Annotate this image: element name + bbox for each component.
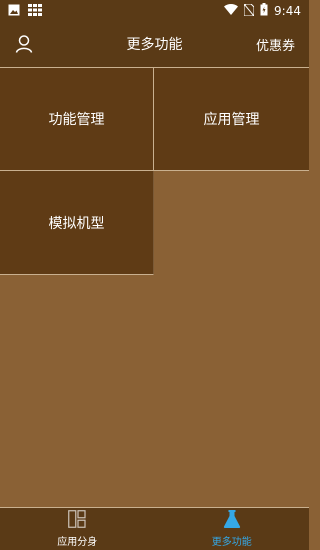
apps-icon — [68, 510, 86, 531]
device-model-tile[interactable]: 模拟机型 — [0, 171, 154, 275]
tile-label: 功能管理 — [48, 112, 105, 128]
tab-label: 更多功能 — [211, 537, 252, 548]
app-management-tile[interactable]: 应用管理 — [154, 68, 309, 171]
tab-more-features[interactable]: 更多功能 — [155, 508, 310, 550]
tile-label: 应用管理 — [203, 112, 260, 128]
grid-icon — [28, 3, 42, 19]
tab-label: 应用分身 — [57, 537, 98, 548]
tile-label: 模拟机型 — [48, 215, 105, 232]
no-sim-icon — [243, 3, 255, 19]
feature-management-tile[interactable]: 功能管理 — [0, 68, 154, 171]
status-right: 9:44 — [224, 3, 309, 19]
tab-app-clone[interactable]: 应用分身 — [0, 508, 155, 550]
app-header: 更多功能 优惠券 — [0, 22, 309, 68]
image-icon — [8, 4, 20, 19]
status-time: 9:44 — [274, 4, 301, 18]
wifi-icon — [224, 4, 239, 18]
coupon-button[interactable]: 优惠券 — [256, 35, 295, 54]
status-left — [0, 3, 42, 19]
status-bar: 9:44 — [0, 0, 309, 22]
flask-icon — [223, 510, 241, 531]
bottom-tab-bar: 应用分身 更多功能 — [0, 507, 309, 550]
battery-icon — [260, 3, 268, 19]
